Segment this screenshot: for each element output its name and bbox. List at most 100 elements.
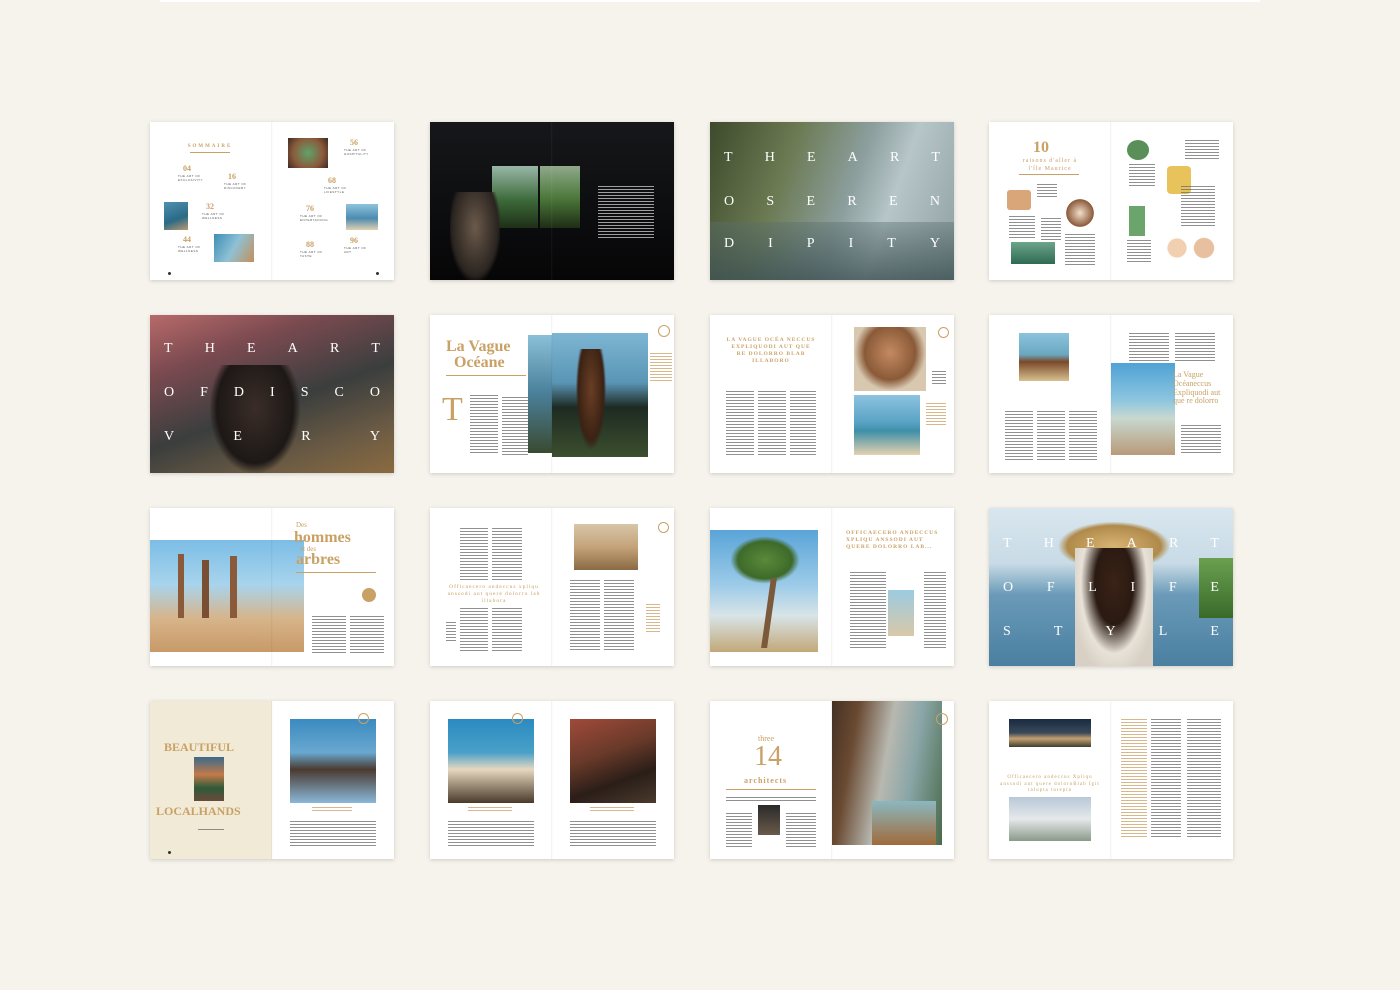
title-letter: L — [1088, 580, 1097, 595]
page-left — [710, 508, 832, 666]
title-letter: O — [724, 194, 735, 209]
spread-sommaire[interactable]: SOMMAIRE 04 THE ART OF EXCLUSIVITY 16 TH… — [150, 122, 394, 280]
photo-woman — [1075, 548, 1153, 666]
spread-ten-reasons[interactable]: 10 raisons d'aller à l'île Maurice — [989, 122, 1233, 280]
title-letter: I — [768, 236, 773, 251]
body-text — [924, 572, 946, 648]
title-letter: Y — [1105, 624, 1116, 639]
pull-quote — [650, 353, 672, 381]
architects-post: architects — [744, 776, 788, 785]
page-right — [1111, 122, 1233, 280]
spread-localhands[interactable]: BEAUTIFUL LOCALHANDS — [150, 701, 394, 859]
spread-life-style[interactable]: T H E A R T O F L I F E S T Y L E — [989, 508, 1233, 666]
vague-title-line2: Océane — [454, 354, 505, 371]
toc-num: 32 — [206, 202, 214, 211]
body-text — [492, 528, 522, 580]
gutter — [551, 701, 553, 859]
divider — [726, 789, 816, 790]
toc-num: 68 — [328, 176, 336, 185]
spread-discovery[interactable]: T H E A R T O F D I S C O V E R Y — [150, 315, 394, 473]
title-letter: D — [233, 385, 245, 400]
page-left — [989, 315, 1111, 473]
spread-la-vague[interactable]: La Vague Océane T — [430, 315, 674, 473]
title-letter: A — [1126, 536, 1137, 551]
photo-baobabs — [150, 540, 272, 652]
spread-officaecero[interactable]: Officaecero andeccus xpliqu anssodi aut … — [430, 508, 674, 666]
toc-label: THE ART OF DISCOVERY — [224, 182, 247, 190]
page-number-dot — [376, 272, 379, 275]
photo-person — [576, 349, 606, 449]
photo-beach — [854, 395, 920, 455]
spread-architecture-text[interactable]: Officaecero andeccus Xpliqu anssodi aut … — [989, 701, 1233, 859]
intro-text — [726, 797, 816, 803]
spread-portraits[interactable]: LA VAGUE OCÉA NECCUS EXPLIQUODI AUT QUE … — [710, 315, 954, 473]
title-letter: H — [764, 150, 775, 165]
spread-window[interactable] — [430, 122, 674, 280]
art-title-row: THEART — [164, 341, 380, 357]
divider — [190, 152, 230, 153]
page-left: BEAUTIFUL LOCALHANDS — [150, 701, 272, 859]
illustration — [1159, 230, 1219, 266]
body-text — [1005, 411, 1033, 461]
caption — [468, 807, 512, 813]
toc-photo — [288, 138, 328, 168]
title-letter: F — [200, 385, 208, 400]
spread-artisans[interactable] — [430, 701, 674, 859]
title-letter: I — [270, 385, 275, 400]
spread-hommes-arbres[interactable]: Des hommes et des arbres — [150, 508, 394, 666]
title-letter: R — [847, 194, 857, 209]
article-heading: Officaecero andeccus xpliqu anssodi aut … — [447, 584, 541, 605]
page-right — [552, 701, 674, 859]
page-number-dot — [168, 851, 171, 854]
body-text — [312, 616, 346, 654]
title-letter: S — [300, 385, 309, 400]
page-right — [272, 701, 394, 859]
gutter — [1110, 122, 1112, 280]
toc-label: THE ART OF ENTERTAINING — [300, 214, 329, 222]
title-letter: P — [806, 236, 815, 251]
title-letter: R — [329, 341, 340, 356]
body-text — [1187, 719, 1221, 839]
spread-architects[interactable]: three 14 architects — [710, 701, 954, 859]
photo-window — [540, 166, 580, 228]
title-letter: E — [806, 150, 816, 165]
photo-person — [210, 365, 300, 473]
toc-label: THE ART OF TASTE — [300, 250, 323, 258]
body-text — [1129, 164, 1155, 188]
spread-vague-oceaneccus[interactable]: La Vague Océaneccus Expliquodi aut que r… — [989, 315, 1233, 473]
title-letter: I — [848, 236, 854, 251]
gutter — [831, 315, 833, 473]
photo-artisan — [448, 719, 534, 803]
article-heading: OFFICAECERO ANDECCUS XPLIQU ANSSODI AUT … — [846, 530, 939, 551]
illustration — [1127, 140, 1149, 160]
page-right — [552, 315, 674, 473]
spread-serendipity[interactable]: T H E A R T O S E R E N D I P I T Y — [710, 122, 954, 280]
page-right — [552, 508, 674, 666]
photo-small — [888, 590, 914, 636]
body-text — [1185, 140, 1219, 160]
toc-photo — [346, 204, 378, 230]
title-letter: H — [1043, 536, 1054, 551]
title-letter: E — [1210, 580, 1219, 595]
spread-tree[interactable]: OFFICAECERO ANDECCUS XPLIQU ANSSODI AUT … — [710, 508, 954, 666]
page-badge — [658, 325, 670, 337]
art-title-row: VERY — [164, 429, 380, 445]
page-right: OFFICAECERO ANDECCUS XPLIQU ANSSODI AUT … — [832, 508, 954, 666]
architects-number: 14 — [754, 741, 782, 772]
photo-tree — [202, 560, 209, 618]
body-text — [786, 813, 816, 847]
toc-photo — [214, 234, 254, 262]
title-letter: T — [887, 236, 896, 251]
page-left — [430, 701, 552, 859]
body-text — [460, 608, 488, 652]
art-title-row: OSEREN — [724, 194, 940, 210]
gutter — [271, 701, 273, 859]
title-letter: E — [889, 194, 898, 209]
page-left: Officaecero andeccus xpliqu anssodi aut … — [430, 508, 552, 666]
top-border-line — [160, 0, 1260, 2]
title-letter: E — [233, 429, 242, 444]
title-letter: F — [1046, 580, 1055, 595]
caption — [590, 807, 634, 813]
toc-num: 44 — [183, 235, 191, 244]
title-letter: O — [164, 385, 175, 400]
